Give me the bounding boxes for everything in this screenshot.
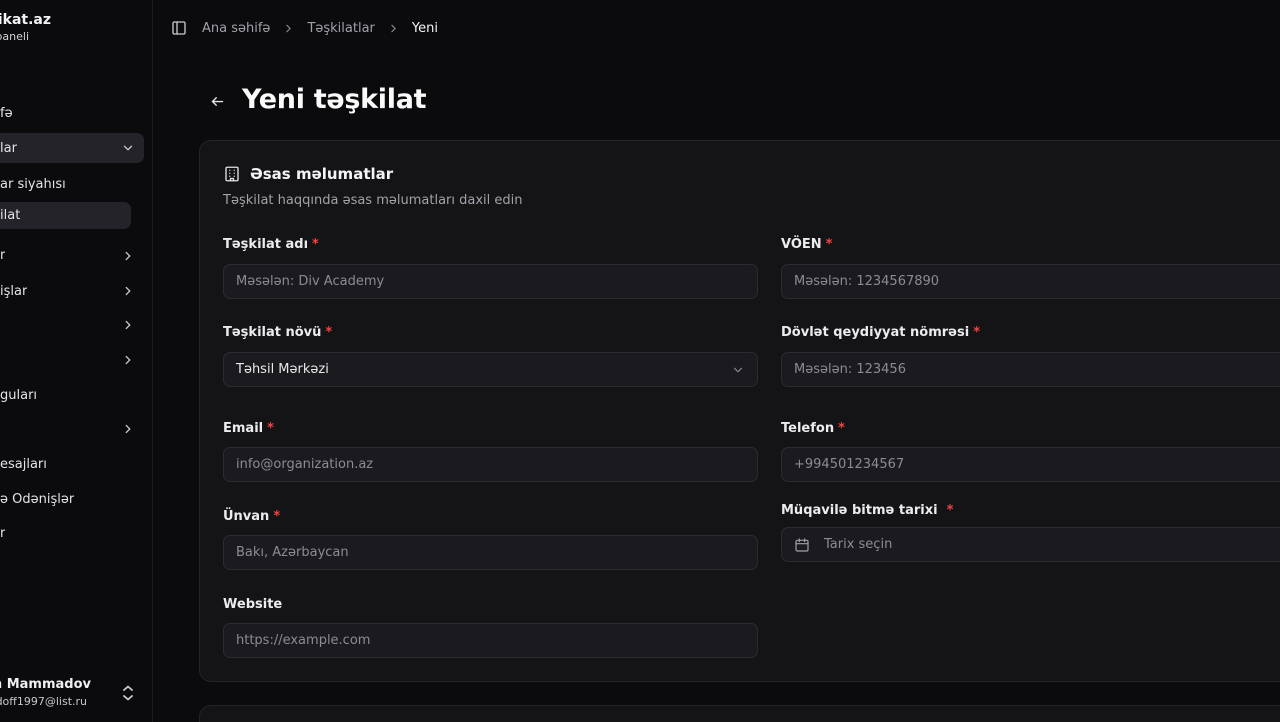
voen-label: VÖEN * — [781, 237, 832, 252]
required-mark: * — [838, 421, 845, 436]
sidebar-item-label: fə — [0, 105, 13, 121]
sidebar-item-label: lar — [0, 140, 17, 156]
card-description: Təşkilat haqqında əsas məlumatları daxil… — [223, 193, 523, 208]
date-placeholder: Tarix seçin — [824, 537, 893, 552]
sidebar-item-label: guları — [0, 387, 38, 403]
sidebar-item-8[interactable]: guları — [0, 380, 37, 410]
app-title: tifikat.az — [0, 12, 51, 28]
required-mark: * — [973, 325, 980, 340]
breadcrumb-organizations[interactable]: Təşkilatlar — [307, 21, 374, 36]
building-icon — [223, 165, 241, 183]
org-type-select[interactable]: Təhsil Mərkəzi — [223, 352, 758, 387]
reg-number-label: Dövlət qeydiyyat nömrəsi * — [781, 325, 980, 340]
sidebar-item-6[interactable] — [0, 310, 140, 340]
next-card — [199, 705, 1280, 722]
calendar-icon — [794, 537, 810, 553]
chevrons-up-down-icon[interactable] — [121, 684, 135, 702]
sidebar-item-5[interactable]: işlar — [0, 276, 27, 306]
chevron-down-icon — [120, 140, 136, 156]
sidebar: tifikat.az paneli fə lar ar siyahısı ila… — [0, 0, 153, 722]
reg-number-input[interactable]: Məsələn: 123456 — [781, 352, 1280, 387]
sidebar-item-9[interactable] — [0, 414, 140, 444]
sidebar-item-label: ilat — [0, 207, 21, 223]
breadcrumb-current: Yeni — [411, 20, 438, 36]
org-name-input[interactable]: Məsələn: Div Academy — [223, 264, 758, 299]
org-type-value: Təhsil Mərkəzi — [236, 362, 329, 377]
sidebar-item-label: ə Ödənişlər — [0, 491, 75, 507]
sidebar-item-label: ar siyahısı — [0, 176, 66, 192]
label-text: Email — [223, 421, 264, 436]
label-text: VÖEN — [781, 237, 822, 252]
required-mark: * — [267, 421, 274, 436]
contract-end-date-picker[interactable]: Tarix seçin — [781, 527, 1280, 562]
breadcrumb: Ana səhifə Təşkilatlar Yeni — [202, 21, 438, 36]
chevron-right-icon — [387, 22, 400, 35]
label-text: Təşkilat adı — [223, 237, 309, 252]
topbar: Ana səhifə Təşkilatlar Yeni — [154, 0, 1280, 56]
sidebar-item-7[interactable] — [0, 345, 140, 375]
sidebar-item-11[interactable]: ə Ödənişlər — [0, 484, 74, 514]
label-text: Telefon — [781, 421, 835, 436]
required-mark: * — [946, 503, 954, 518]
required-mark: * — [312, 237, 319, 252]
phone-label: Telefon * — [781, 421, 845, 436]
sidebar-subitem-new-org[interactable]: ilat — [0, 200, 20, 230]
chevron-right-icon — [282, 22, 295, 35]
chevron-right-icon — [120, 317, 136, 333]
chevron-down-icon — [731, 363, 745, 377]
email-label: Email * — [223, 421, 274, 436]
user-name[interactable]: m Mammadov — [0, 677, 91, 692]
voen-input[interactable]: Məsələn: 1234567890 — [781, 264, 1280, 299]
chevron-right-icon — [120, 283, 136, 299]
sidebar-item-4[interactable]: r — [0, 240, 5, 270]
website-input[interactable]: https://example.com — [223, 623, 758, 658]
app-subtitle: paneli — [0, 30, 29, 43]
sidebar-subitem-org-list[interactable]: ar siyahısı — [0, 169, 66, 199]
sidebar-item-label: esajları — [0, 456, 47, 472]
card-title: Əsas məlumatlar — [250, 165, 394, 183]
back-arrow-icon[interactable] — [208, 92, 226, 110]
required-mark: * — [325, 325, 333, 340]
label-text: Təşkilat növü — [223, 325, 322, 340]
sidebar-item-label: r — [0, 247, 6, 263]
label-text: Dövlət qeydiyyat nömrəsi — [781, 325, 970, 340]
sidebar-toggle-icon[interactable] — [170, 19, 188, 37]
address-label: Ünvan * — [223, 509, 280, 524]
label-text: Müqavilə bitmə tarixi — [781, 503, 938, 518]
sidebar-item-10[interactable]: esajları — [0, 449, 47, 479]
chevron-right-icon — [120, 421, 136, 437]
org-name-label: Təşkilat adı * — [223, 237, 319, 252]
address-input[interactable]: Bakı, Azərbaycan — [223, 535, 758, 570]
user-email: doff1997@list.ru — [0, 695, 87, 708]
org-type-label: Təşkilat növü * — [223, 325, 332, 340]
email-input[interactable]: info@organization.az — [223, 447, 758, 482]
required-mark: * — [273, 509, 281, 524]
card-header: Əsas məlumatlar — [223, 165, 393, 183]
website-label: Website — [223, 597, 282, 612]
basic-info-card: Əsas məlumatlar Təşkilat haqqında əsas m… — [199, 140, 1280, 682]
sidebar-item-12[interactable]: r — [0, 518, 5, 548]
chevron-right-icon — [120, 248, 136, 264]
page-title: Yeni təşkilat — [242, 84, 427, 115]
sidebar-item-label: işlar — [0, 283, 28, 299]
sidebar-item-label: r — [0, 525, 6, 541]
label-text: Ünvan — [223, 509, 270, 524]
contract-end-label: Müqavilə bitmə tarixi * — [781, 503, 953, 518]
chevron-right-icon — [120, 352, 136, 368]
breadcrumb-home[interactable]: Ana səhifə — [202, 21, 270, 36]
sidebar-item-home[interactable]: fə — [0, 98, 13, 128]
required-mark: * — [825, 237, 833, 252]
label-text: Website — [223, 597, 283, 612]
phone-input[interactable]: +994501234567 — [781, 447, 1280, 482]
